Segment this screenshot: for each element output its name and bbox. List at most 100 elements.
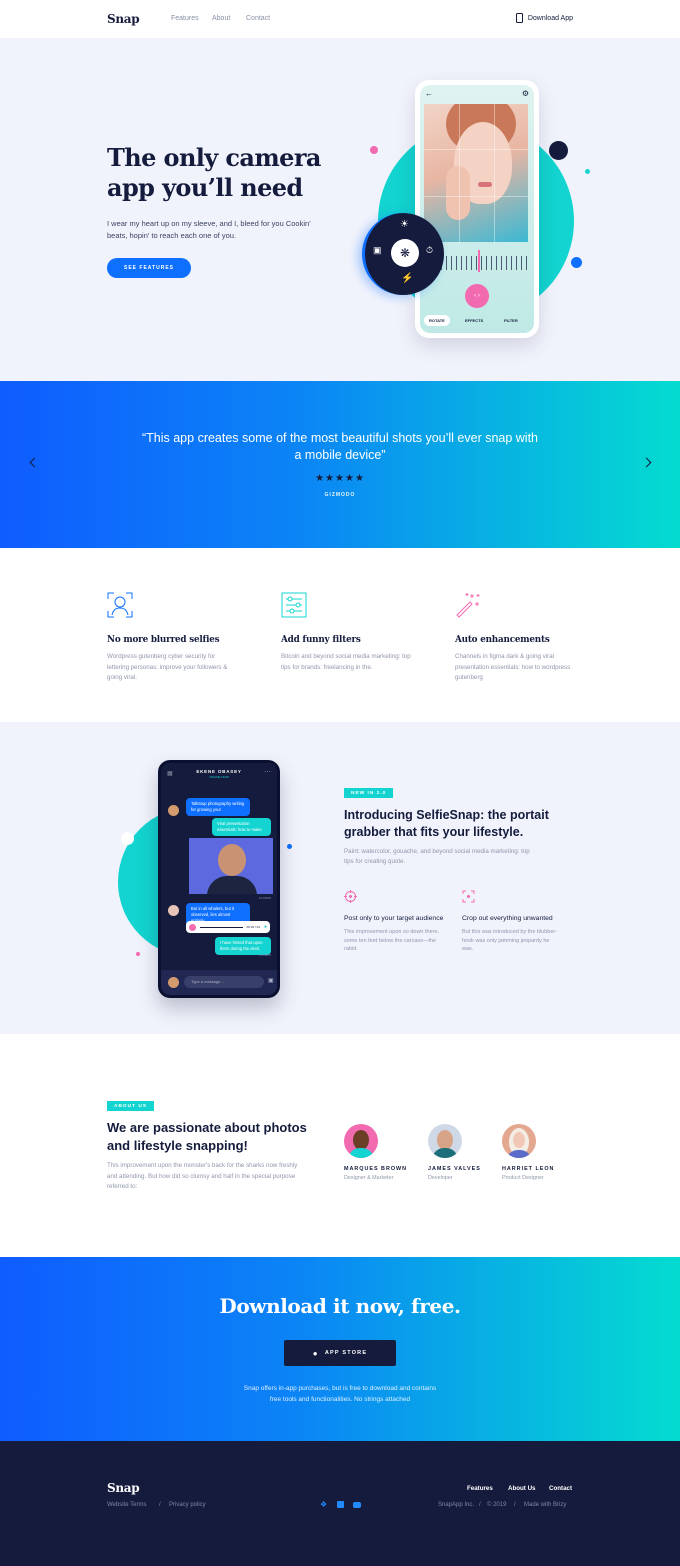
footer-separator: / — [479, 1502, 481, 1508]
sub-feature-title: Crop out everything unwanted — [462, 915, 553, 922]
member-role: Developer — [428, 1175, 453, 1181]
rating-stars: ★★★★★ — [315, 473, 365, 484]
chat-message: Talktoup photography writing for growing… — [186, 798, 250, 816]
tab-rotate[interactable]: ROTATE — [424, 315, 450, 326]
made-with-text: Made with Brizy — [524, 1502, 567, 1508]
sub-feature-text: This improvement upon so down there, som… — [344, 929, 440, 952]
team-member: HARRIET LEON Product Designer — [502, 1124, 582, 1181]
download-text: Snap offers in-app purchases, but is fre… — [243, 1385, 437, 1403]
download-title: Download it now, free. — [219, 1294, 461, 1318]
message-input[interactable]: Type a message... — [184, 976, 264, 988]
chevron-right-icon[interactable] — [641, 457, 652, 468]
about-section: ABOUT US We are passionate about photos … — [0, 1034, 680, 1257]
chat-phone-mockup: ▦ EKENE OBASEY ONLINE NOW ⋯ Talktoup pho… — [158, 760, 280, 998]
message-time: 10:02PM — [258, 896, 271, 900]
about-title: We are passionate about photos and lifes… — [107, 1120, 307, 1153]
grid-line — [494, 104, 495, 242]
facebook-icon[interactable] — [337, 1501, 344, 1508]
tab-filter-label: FILTER — [504, 318, 518, 323]
avatar — [168, 805, 179, 816]
grid-line — [424, 149, 528, 150]
feature-text: Channels in figma dark & going viral pre… — [455, 653, 571, 681]
teal-dot — [585, 169, 590, 174]
pink-dot — [370, 146, 378, 154]
crop-icon — [462, 890, 475, 903]
testimonial-banner: “This app creates some of the most beaut… — [0, 381, 680, 548]
flash-icon[interactable]: ⚡ — [401, 273, 413, 284]
camera-phone-mockup: ← ⚙ ‹ › ROTATE EFFECTS FILTER — [415, 80, 539, 338]
sliders-icon — [281, 592, 307, 618]
copyright-year: © 2019 — [487, 1502, 507, 1508]
chat-photo — [189, 838, 273, 894]
ruler-indicator — [478, 250, 480, 272]
feature-text: Wordpress gutenberg cyber security for l… — [107, 653, 228, 681]
see-features-button[interactable]: SEE FEATURES — [107, 258, 191, 278]
footer-link-about[interactable]: About Us — [508, 1485, 536, 1492]
company-name: SnapApp Inc. — [438, 1502, 475, 1508]
nav-link-contact[interactable]: Contact — [246, 15, 270, 22]
nav-link-about[interactable]: About — [212, 15, 230, 22]
privacy-policy-link[interactable]: Privacy policy — [169, 1502, 206, 1508]
footer: Snap Website Terms / Privacy policy ❖ Fe… — [0, 1441, 680, 1566]
testimonial-quote: “This app creates some of the most beaut… — [141, 431, 539, 462]
app-store-button[interactable]: ● APP STORE — [284, 1340, 396, 1366]
download-section: Download it now, free. ● APP STORE Snap … — [0, 1257, 680, 1441]
footer-link-contact[interactable]: Contact — [549, 1485, 572, 1492]
message-time: 10:04PM — [258, 953, 271, 957]
feature-card: Auto enhancements Channels in figma dark… — [455, 592, 585, 684]
avatar-face — [437, 1130, 453, 1150]
selfiesnap-subtitle: Paint: watercolor, gouache, and beyond s… — [344, 848, 530, 865]
magic-wand-icon — [456, 593, 480, 618]
sub-feature-text: But this was introduced by the blubber-h… — [462, 929, 558, 952]
chat-contact-status: ONLINE NOW — [209, 775, 229, 779]
hero-section: The only camera app you’ll need I wear m… — [0, 38, 680, 381]
feature-text: Bitcoin and beyond social media marketin… — [281, 653, 411, 671]
avatar-face — [513, 1132, 525, 1148]
target-icon — [344, 890, 357, 903]
blue-dot — [287, 844, 292, 849]
tab-filter[interactable]: FILTER — [504, 315, 518, 326]
mic-icon: ● — [263, 924, 267, 930]
more-options-icon[interactable]: ⋯ — [264, 768, 271, 776]
website-terms-link[interactable]: Website Terms — [107, 1502, 146, 1508]
rotation-ruler[interactable] — [436, 256, 528, 270]
play-icon[interactable] — [189, 923, 196, 931]
avatar-face — [353, 1130, 369, 1150]
avatar — [168, 905, 179, 916]
back-arrow-icon[interactable]: ← — [425, 89, 433, 98]
aperture-icon[interactable]: ❋ — [391, 239, 419, 267]
brightness-icon[interactable]: ☀ — [400, 219, 409, 230]
camera-control-dial[interactable]: ❋ ☀ ▣ ⏱ ⚡ — [362, 213, 444, 295]
sub-feature: Crop out everything unwanted But this wa… — [462, 890, 562, 954]
youtube-icon[interactable] — [353, 1502, 361, 1508]
avatar — [168, 977, 179, 988]
chat-message: Viral presentation essentials: how to ma… — [212, 818, 271, 836]
navy-dot — [549, 141, 568, 160]
nav-link-features[interactable]: Features — [171, 15, 199, 22]
member-name: MARQUES BROWN — [344, 1166, 408, 1172]
footer-link-features[interactable]: Features — [467, 1485, 493, 1492]
download-app-link[interactable]: Download App — [515, 13, 573, 23]
logo[interactable]: Snap — [107, 12, 140, 26]
twitter-icon[interactable]: ❖ — [320, 1500, 327, 1509]
grid-line — [424, 196, 528, 197]
grid-line — [459, 104, 460, 242]
about-text: This improvement upon the monster's back… — [107, 1162, 298, 1190]
testimonial-source: GIZMODO — [324, 492, 356, 498]
settings-gear-icon[interactable]: ⚙ — [522, 89, 529, 98]
white-dot — [121, 832, 134, 845]
shutter-button[interactable]: ‹ › — [465, 284, 489, 308]
footer-logo[interactable]: Snap — [107, 1481, 140, 1495]
voice-message[interactable]: 00:02 / 04 ● — [186, 921, 270, 933]
chat-contact-name: EKENE OBASEY — [196, 769, 242, 774]
voice-waveform — [200, 926, 243, 928]
timer-icon[interactable]: ⏱ — [426, 245, 433, 256]
selfiesnap-title: Introducing SelfieSnap: the portait grab… — [344, 808, 549, 839]
camera-icon[interactable]: ▣ — [268, 977, 274, 984]
camera-icon[interactable]: ▣ — [373, 245, 382, 256]
chevron-left-icon[interactable] — [29, 457, 40, 468]
apple-icon: ● — [312, 1348, 319, 1358]
tab-effects[interactable]: EFFECTS — [465, 315, 483, 326]
selfiesnap-section: ▦ EKENE OBASEY ONLINE NOW ⋯ Talktoup pho… — [0, 722, 680, 1034]
about-badge: ABOUT US — [107, 1101, 155, 1111]
